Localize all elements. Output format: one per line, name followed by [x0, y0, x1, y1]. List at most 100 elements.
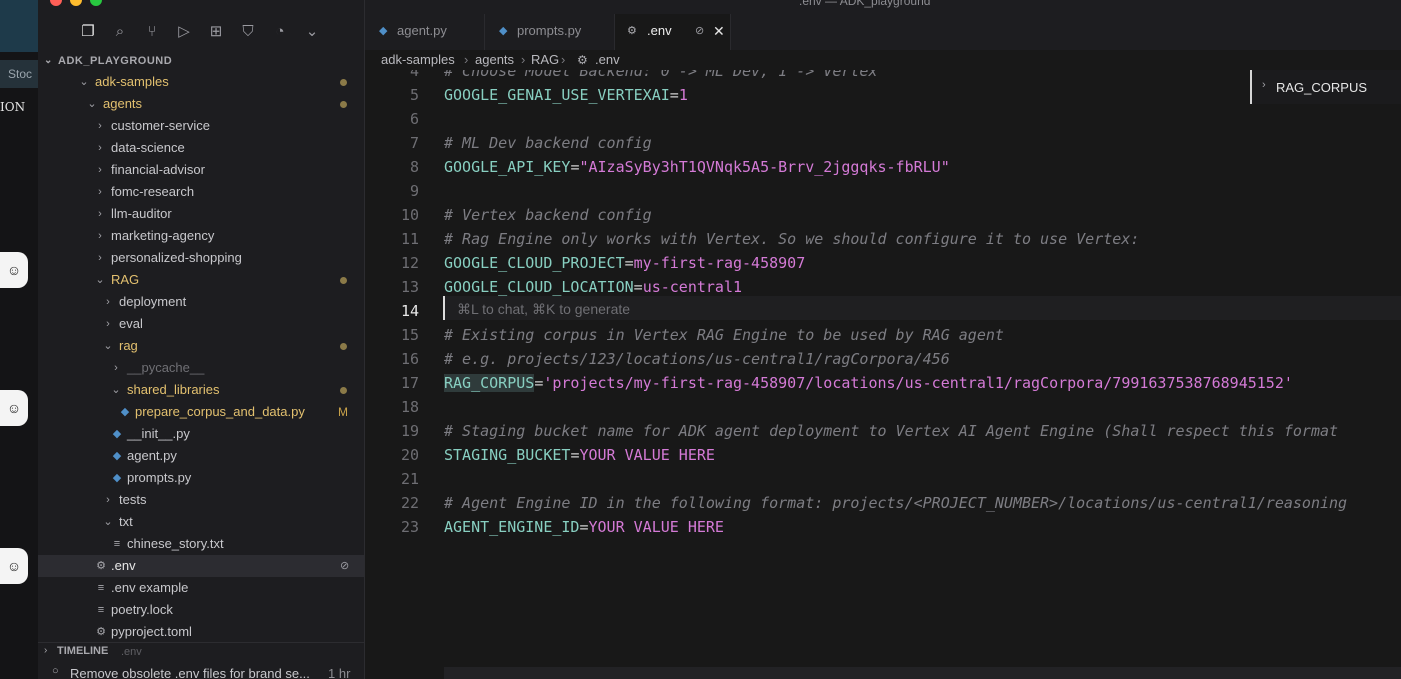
tab-env[interactable]: ⚙ .env ⊘ ✕ [615, 14, 731, 50]
tree-item[interactable]: › llm-auditor [38, 203, 364, 225]
horizontal-scrollbar[interactable] [444, 667, 1401, 679]
env-value: us-central1 [642, 278, 743, 296]
breadcrumb-item[interactable]: .env [595, 50, 620, 70]
bookmark-icon[interactable]: ⛉ [238, 22, 258, 42]
run-debug-icon[interactable]: ▷ [174, 22, 194, 42]
tab-agent-py[interactable]: ◆ agent.py [365, 14, 485, 50]
tree-item[interactable]: › tests [38, 489, 364, 511]
explorer-icon[interactable]: ❐ [78, 22, 98, 42]
tree-item[interactable]: ≡ .env example [38, 577, 364, 599]
code-line[interactable]: # e.g. projects/123/locations/us-central… [444, 347, 950, 371]
close-icon[interactable]: ✕ [713, 14, 725, 48]
tree-item[interactable]: ⌄ RAG [38, 269, 364, 291]
env-value: my-first-rag-458907 [633, 254, 806, 272]
line-number: 21 [400, 470, 419, 488]
tree-item-label: RAG [111, 272, 140, 287]
tree-item[interactable]: › __pycache__ [38, 357, 364, 379]
chevron-right-icon: › [521, 52, 526, 67]
tree-item[interactable]: › deployment [38, 291, 364, 313]
code-line[interactable]: # Vertex backend config [444, 203, 652, 227]
tree-item-label: llm-auditor [111, 206, 172, 221]
code-line[interactable]: GOOGLE_CLOUD_PROJECT=my-first-rag-458907 [444, 251, 805, 275]
line-number: 9 [409, 182, 419, 200]
code-line[interactable]: GOOGLE_GENAI_USE_VERTEXAI=1 [444, 83, 688, 107]
tree-item[interactable]: › personalized-shopping [38, 247, 364, 269]
tree-item-label: adk-samples [95, 74, 169, 89]
tree-item[interactable]: ◆ __init__.py [38, 423, 364, 445]
modified-dot [340, 79, 347, 86]
tree-item[interactable]: › customer-service [38, 115, 364, 137]
tree-item-label: fomc-research [111, 184, 195, 199]
code-line[interactable]: # Agent Engine ID in the following forma… [444, 491, 1347, 515]
robot-icon[interactable]: ☺ [0, 252, 28, 288]
find-input[interactable] [1274, 76, 1401, 98]
tree-item[interactable]: ⌄ adk-samples [38, 71, 364, 93]
env-value: "AIzaSyBy3hT1QVNqk5A5-Brrv_2jggqks-fbRLU… [579, 158, 950, 176]
tree-item[interactable]: ◆ agent.py [38, 445, 364, 467]
breadcrumb-item[interactable]: agents [475, 50, 514, 70]
line-number: 14 [400, 302, 419, 320]
code-line[interactable]: GOOGLE_API_KEY="AIzaSyBy3hT1QVNqk5A5-Brr… [444, 155, 950, 179]
code-line[interactable]: RAG_CORPUS='projects/my-first-rag-458907… [444, 371, 1293, 395]
code-line[interactable]: # Existing corpus in Vertex RAG Engine t… [444, 323, 1004, 347]
timeline-title[interactable]: TIMELINE [57, 645, 108, 657]
chevron-right-icon: › [114, 362, 118, 374]
chevron-right-icon[interactable]: › [44, 645, 47, 656]
env-value: 1 [678, 86, 688, 104]
chevron-down-icon: ⌄ [103, 340, 113, 352]
extensions-icon[interactable]: ⊞ [206, 22, 226, 42]
tree-item[interactable]: › eval [38, 313, 364, 335]
tree-item[interactable]: › fomc-research [38, 181, 364, 203]
tree-item[interactable]: ⌄ rag [38, 335, 364, 357]
search-icon[interactable]: ⌕ [110, 22, 130, 42]
code-line[interactable]: # Choose Model Backend: 0 -> ML Dev, 1 -… [444, 70, 877, 83]
code-line[interactable]: # Rag Engine only works with Vertex. So … [444, 227, 1139, 251]
tree-item[interactable]: ≡ poetry.lock [38, 599, 364, 621]
source-control-icon[interactable]: ⑂ [142, 22, 162, 42]
code-line[interactable]: # ML Dev backend config [444, 131, 652, 155]
tree-item[interactable]: ⌄ shared_libraries [38, 379, 364, 401]
chevron-right-icon: › [98, 208, 102, 220]
tree-item[interactable]: › financial-advisor [38, 159, 364, 181]
tree-item[interactable]: ⚙ pyproject.toml [38, 621, 364, 643]
tree-item[interactable]: ⚙ .env ⊘ [38, 555, 364, 577]
modified-dot [340, 387, 347, 394]
background-app-header [0, 0, 38, 52]
tree-item-label: eval [119, 316, 143, 331]
modified-dot [340, 101, 347, 108]
inline-ai-hint[interactable]: ⌘L to chat, ⌘K to generate [457, 301, 630, 318]
tree-item[interactable]: ≡ chinese_story.txt [38, 533, 364, 555]
tab-prompts-py[interactable]: ◆ prompts.py [485, 14, 615, 50]
code-editor[interactable]: ⌘L to chat, ⌘K to generate 4 # Choose Mod… [365, 70, 1401, 679]
tree-item[interactable]: › marketing-agency [38, 225, 364, 247]
tree-item[interactable]: ⌄ agents [38, 93, 364, 115]
robot-icon[interactable]: ☺ [0, 390, 28, 426]
breadcrumb-item[interactable]: RAG [531, 50, 559, 70]
timeline-entry[interactable]: Remove obsolete .env files for brand se.… [70, 666, 310, 679]
tree-item-label: shared_libraries [127, 382, 220, 397]
code-line[interactable]: GOOGLE_CLOUD_LOCATION=us-central1 [444, 275, 742, 299]
code-line[interactable]: STAGING_BUCKET=YOUR VALUE HERE [444, 443, 715, 467]
robot-icon[interactable]: ☺ [0, 548, 28, 584]
maximize-window-button[interactable] [90, 0, 102, 6]
activity-bar: ❐ ⌕ ⑂ ▷ ⊞ ⛉ ◔ ⌄ [38, 14, 364, 50]
code-line[interactable]: # Staging bucket name for ADK agent depl… [444, 419, 1338, 443]
breadcrumb-item[interactable]: adk-samples [381, 50, 455, 70]
env-key: GOOGLE_API_KEY [444, 158, 571, 176]
minimize-window-button[interactable] [70, 0, 82, 6]
tree-item[interactable]: ◆ prompts.py [38, 467, 364, 489]
tree-item-label: poetry.lock [111, 602, 173, 617]
code-line[interactable]: AGENT_ENGINE_ID=YOUR VALUE HERE [444, 515, 724, 539]
chevron-down-icon[interactable]: ⌄ [302, 22, 322, 42]
tree-item[interactable]: ⌄ txt [38, 511, 364, 533]
explorer-root-label: ADK_PLAYGROUND [58, 55, 173, 67]
python-file-icon: ◆ [499, 25, 508, 37]
chevron-right-icon[interactable]: › [1262, 79, 1266, 91]
timer-icon[interactable]: ◔ [270, 22, 290, 42]
tree-item[interactable]: ◆ prepare_corpus_and_data.py M [38, 401, 364, 423]
gear-icon: ⚙ [96, 626, 106, 638]
close-window-button[interactable] [50, 0, 62, 6]
env-value: YOUR VALUE HERE [579, 446, 715, 464]
tree-item[interactable]: › data-science [38, 137, 364, 159]
explorer-root-header[interactable]: ⌄ ADK_PLAYGROUND [38, 52, 364, 70]
